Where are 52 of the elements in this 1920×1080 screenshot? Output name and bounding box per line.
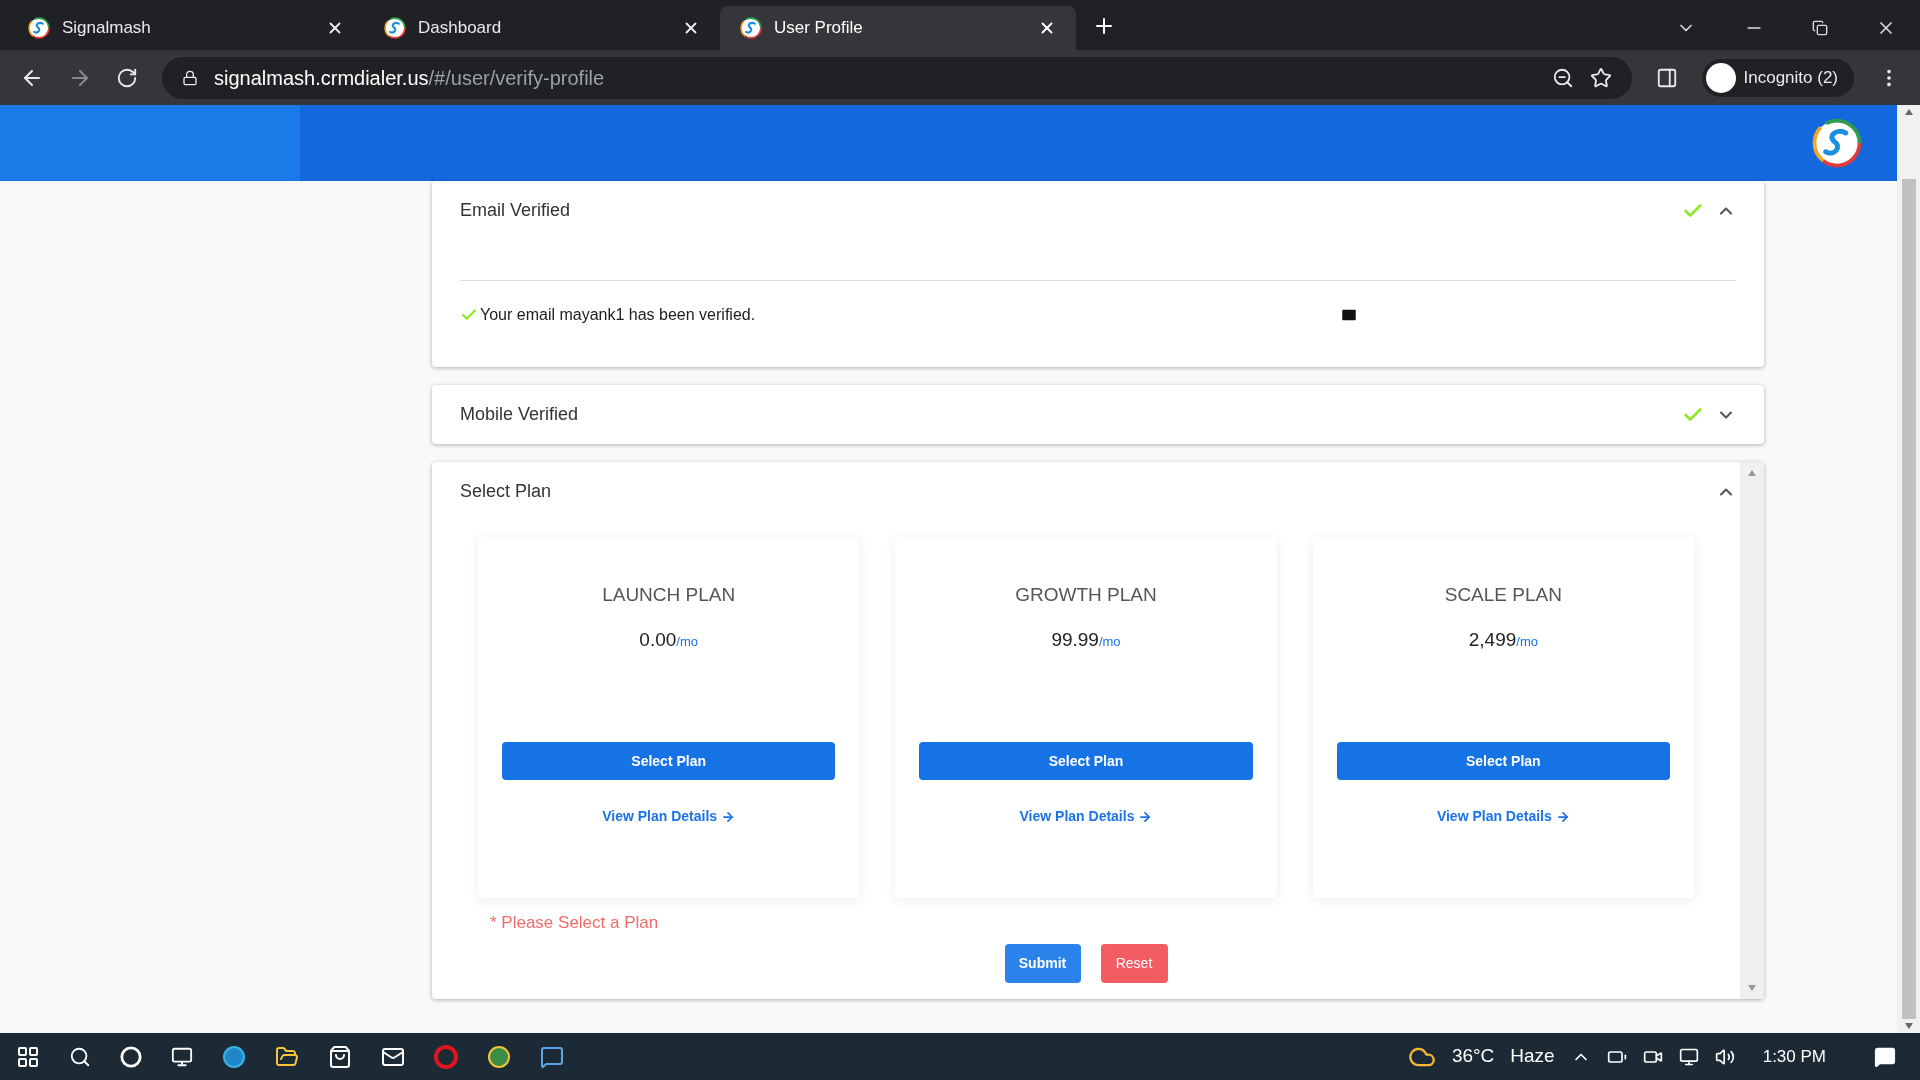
view-plan-details-link[interactable]: View Plan Details bbox=[602, 806, 718, 827]
address-bar[interactable]: signalmash.crmdialer.us/#/user/verify-profile bbox=[162, 56, 1632, 99]
section-title: Select Plan bbox=[460, 480, 552, 503]
restore-icon[interactable] bbox=[1812, 20, 1828, 36]
browser-tab[interactable]: User Profile bbox=[720, 6, 1076, 50]
plan-name: SCALE PLAN bbox=[1444, 583, 1562, 607]
plan-price: 2,499 bbox=[1468, 627, 1517, 652]
notifications-icon[interactable] bbox=[1874, 1045, 1896, 1068]
zoom-icon[interactable] bbox=[1551, 66, 1574, 89]
favicon-icon bbox=[740, 17, 762, 39]
plan-name: LAUNCH PLAN bbox=[602, 583, 736, 607]
clock-time[interactable]: 1:30 PM bbox=[1762, 1043, 1826, 1070]
arrow-right-icon bbox=[1138, 809, 1153, 824]
search-icon[interactable] bbox=[69, 1045, 91, 1068]
price-period: /mo bbox=[676, 632, 698, 651]
price-period: /mo bbox=[1516, 632, 1538, 651]
scroll-down-icon[interactable] bbox=[1904, 1023, 1913, 1029]
weather-temperature: 36°C bbox=[1451, 1044, 1495, 1069]
browser-tab[interactable]: Signalmash bbox=[8, 6, 364, 50]
scroll-up-icon[interactable] bbox=[1904, 109, 1913, 115]
validation-error: * Please Select a Plan bbox=[490, 912, 660, 934]
volume-icon[interactable] bbox=[1714, 1046, 1735, 1067]
plan-price: 99.99 bbox=[1051, 627, 1099, 652]
reload-icon[interactable] bbox=[116, 66, 138, 89]
favicon-icon bbox=[28, 17, 50, 39]
view-plan-details-link[interactable]: View Plan Details bbox=[1019, 806, 1135, 827]
app-logo bbox=[1812, 118, 1862, 168]
folder-icon[interactable] bbox=[275, 1044, 299, 1069]
select-plan-button[interactable]: Select Plan bbox=[919, 742, 1253, 780]
favicon-icon bbox=[384, 17, 406, 39]
scrollbar[interactable] bbox=[1897, 105, 1920, 1033]
reset-button[interactable]: Reset bbox=[1100, 943, 1168, 983]
view-plan-details-link[interactable]: View Plan Details bbox=[1436, 806, 1552, 827]
network-icon[interactable] bbox=[1678, 1046, 1699, 1067]
arrow-right-icon bbox=[721, 809, 736, 824]
section-title: Email Verified bbox=[460, 199, 571, 222]
lock-icon[interactable] bbox=[182, 69, 198, 86]
plan-name: GROWTH PLAN bbox=[1015, 583, 1157, 607]
chat-app-icon[interactable] bbox=[540, 1044, 564, 1069]
section-title: Mobile Verified bbox=[460, 403, 579, 426]
bookmark-star-icon[interactable] bbox=[1589, 66, 1612, 89]
weather-condition: Haze bbox=[1510, 1044, 1555, 1069]
side-panel-icon[interactable] bbox=[1655, 66, 1678, 89]
plan-price: 0.00 bbox=[639, 627, 677, 652]
browser-tab[interactable]: Dashboard bbox=[364, 6, 720, 50]
profile-button[interactable]: Incognito (2) bbox=[1701, 58, 1854, 97]
select-plan-button[interactable]: Select Plan bbox=[1336, 742, 1670, 780]
submit-button[interactable]: Submit bbox=[1004, 943, 1081, 983]
store-icon[interactable] bbox=[328, 1044, 352, 1069]
verification-message: Your email mayank1 has been verified. bbox=[480, 305, 757, 325]
select-plan-button[interactable]: Select Plan bbox=[502, 742, 836, 780]
price-period: /mo bbox=[1098, 632, 1121, 651]
